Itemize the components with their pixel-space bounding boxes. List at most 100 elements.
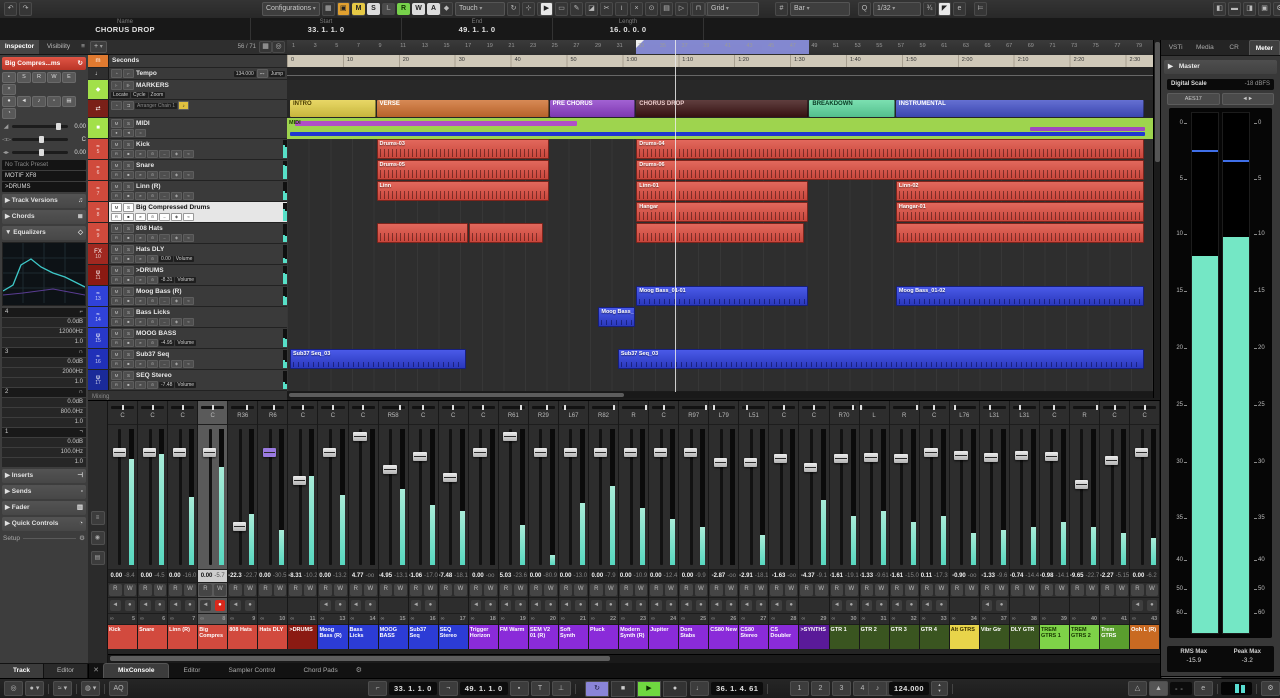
inspector-button-r2-1[interactable]: ◄ — [17, 96, 31, 107]
inspector-button-r2-4[interactable]: ▤ — [62, 96, 76, 107]
punch-in-icon[interactable]: T — [530, 681, 550, 696]
lane-snare[interactable]: Drums-05 Drums-06 — [287, 160, 1153, 182]
automation-settings-icon[interactable]: ↻ — [507, 2, 520, 16]
fader-cap[interactable] — [563, 448, 577, 458]
fader-cap[interactable] — [743, 457, 758, 467]
pan-control[interactable]: C — [1100, 401, 1130, 426]
pan-thumb[interactable] — [452, 405, 455, 410]
track-mini-button-3[interactable]: ⊙ — [147, 255, 158, 263]
pan-thumb[interactable] — [564, 405, 566, 410]
channel-values[interactable]: 0.00 -30.5 — [258, 570, 288, 584]
track-row-moog-bass-r-[interactable]: ≈13 M S Moog Bass (R) R ■ e ⊙ – ◈ ≈ — [88, 286, 287, 307]
track-volume-value[interactable]: -7.48 — [159, 382, 175, 388]
inspector-menu-icon[interactable]: ≡ — [78, 40, 88, 54]
automation-mode-dropdown[interactable]: Touch — [455, 2, 505, 16]
fader-area[interactable] — [138, 425, 168, 571]
lane-hats-dly[interactable] — [287, 244, 1153, 266]
pan-value[interactable]: C — [70, 137, 86, 143]
channel-link-icon[interactable]: ∞ — [741, 616, 745, 622]
monitor-button[interactable]: ◄ — [921, 599, 933, 612]
arranger-event-verse[interactable]: VERSE — [377, 100, 549, 117]
pan-control[interactable]: C — [919, 401, 949, 426]
write-button[interactable]: W — [424, 584, 437, 596]
pan-control[interactable]: L — [859, 401, 889, 426]
iterative-quantize-icon[interactable]: ¾ — [923, 2, 936, 16]
track-mute-button[interactable]: M — [111, 287, 122, 296]
track-row-big-compressed-drums[interactable]: ≈8 M S Big Compressed Drums R ■ e ⊙ – ◈ ≈ — [88, 202, 287, 223]
channel-values[interactable]: 4.77 -oo — [348, 570, 378, 584]
markers-zoom-button[interactable]: Zoom — [148, 92, 166, 98]
window-layout-icon[interactable]: ▦ — [321, 2, 335, 16]
time-format-icon[interactable]: ♩ — [690, 681, 709, 696]
pan-control[interactable]: R — [619, 401, 649, 426]
track-mini-button-1[interactable]: ■ — [123, 150, 134, 158]
track-solo-button[interactable]: S — [123, 266, 134, 275]
fader-cap[interactable] — [1044, 451, 1058, 461]
track-solo-button[interactable]: S — [123, 161, 134, 170]
track-solo-button[interactable]: S — [123, 287, 134, 296]
write-button[interactable]: W — [213, 584, 227, 596]
fader-cap[interactable] — [142, 448, 157, 458]
write-button[interactable]: W — [454, 584, 467, 596]
monitor-button[interactable]: ◄ — [140, 599, 151, 612]
master-expand-icon[interactable]: ▶ — [1168, 63, 1173, 70]
track-mini-button-3[interactable]: ⊙ — [147, 234, 158, 242]
clip-hangar[interactable]: Hangar — [636, 202, 809, 222]
state-button-R[interactable]: R — [397, 3, 410, 15]
monitor-button[interactable]: ◄ — [560, 599, 572, 612]
tool-icon-9[interactable]: ▷ — [675, 2, 688, 16]
record-enable-button[interactable]: ● — [605, 599, 617, 612]
pan-control[interactable]: C — [318, 401, 348, 426]
mixer-strip-fm-warm[interactable]: R61 5.03 -23.6 R W ◄ ● ∞ 19 FM Warm — [498, 401, 529, 649]
eq-band-q[interactable]: 1.0 — [2, 338, 86, 347]
channel-name[interactable]: Trem GTRS — [1100, 624, 1130, 649]
track-mute-button[interactable]: M — [111, 224, 122, 233]
read-button[interactable]: R — [409, 584, 423, 596]
pan-thumb[interactable] — [151, 405, 154, 410]
record-enable-button[interactable]: ● — [846, 599, 857, 612]
channel-name[interactable]: MOOG BASS — [378, 624, 408, 649]
channel-link-icon[interactable]: ∞ — [1072, 616, 1076, 622]
lane-bass-licks[interactable]: Moog Bass_01 — [287, 307, 1153, 329]
fader-area[interactable] — [438, 425, 468, 571]
read-button[interactable]: R — [349, 584, 363, 596]
fader-area[interactable] — [108, 425, 138, 571]
lane-808-hats[interactable] — [287, 223, 1153, 245]
arranger-event-chorus-drop[interactable]: CHORUS DROP — [636, 100, 809, 117]
read-button[interactable]: R — [710, 584, 723, 596]
eq-band-gain[interactable]: 0.0dB — [2, 358, 86, 367]
track-mini-button-2[interactable]: e — [135, 234, 146, 242]
track-mini-button-3[interactable]: ⊙ — [147, 360, 158, 368]
position-display[interactable]: 36. 1. 4. 61 — [711, 682, 764, 695]
channel-values[interactable]: 0.00 -4.5 — [138, 570, 168, 584]
configurations-dropdown[interactable]: Configurations — [262, 2, 320, 16]
record-mode-icon-2[interactable]: ◍ ▾ — [81, 681, 100, 696]
track-mini-button-5[interactable]: ◈ — [171, 318, 182, 326]
fader-area[interactable] — [799, 425, 829, 571]
record-enable-button[interactable]: ● — [876, 599, 887, 612]
write-button[interactable]: W — [1115, 584, 1129, 596]
pan-thumb[interactable] — [211, 405, 214, 410]
pan-control[interactable]: C — [438, 401, 468, 426]
read-button[interactable]: R — [950, 584, 964, 596]
channel-link-icon[interactable]: ∞ — [320, 616, 324, 622]
read-button[interactable]: R — [770, 584, 783, 596]
channel-values[interactable]: 0.11 -17.3 — [919, 570, 949, 584]
track-mini-button-2[interactable]: e — [135, 192, 146, 200]
track-mute-button[interactable]: M — [111, 203, 122, 212]
channel-link-icon[interactable]: ∞ — [771, 616, 775, 622]
track-mute-button[interactable]: M — [111, 266, 122, 275]
pan-control[interactable]: C — [108, 401, 138, 426]
monitor-button[interactable]: ◄ — [711, 599, 722, 612]
read-button[interactable]: R — [980, 584, 994, 596]
metronome-settings-icon[interactable]: e — [1193, 681, 1213, 696]
marker-track-lane[interactable] — [287, 80, 1153, 101]
track-mini-button-3[interactable]: ⊙ — [147, 381, 158, 389]
pan-control[interactable]: C — [468, 401, 498, 426]
inspector-button-r2-0[interactable]: ● — [2, 96, 16, 107]
mixer-strip-soft-synth[interactable]: L67 0.00 -13.0 R W ◄ ● ∞ 21 Soft Synth — [558, 401, 589, 649]
track-mini-button-3[interactable]: ⊙ — [147, 318, 158, 326]
track-mini-button-0[interactable]: R — [111, 360, 122, 368]
track-row-bass-licks[interactable]: ≈14 M S Bass Licks R ■ e ⊙ – ◈ ≈ — [88, 307, 287, 328]
track-row-hats-dly[interactable]: FX 10 M S Hats DLY R ■ e ⊙ 0.00 Volume — [88, 244, 287, 265]
